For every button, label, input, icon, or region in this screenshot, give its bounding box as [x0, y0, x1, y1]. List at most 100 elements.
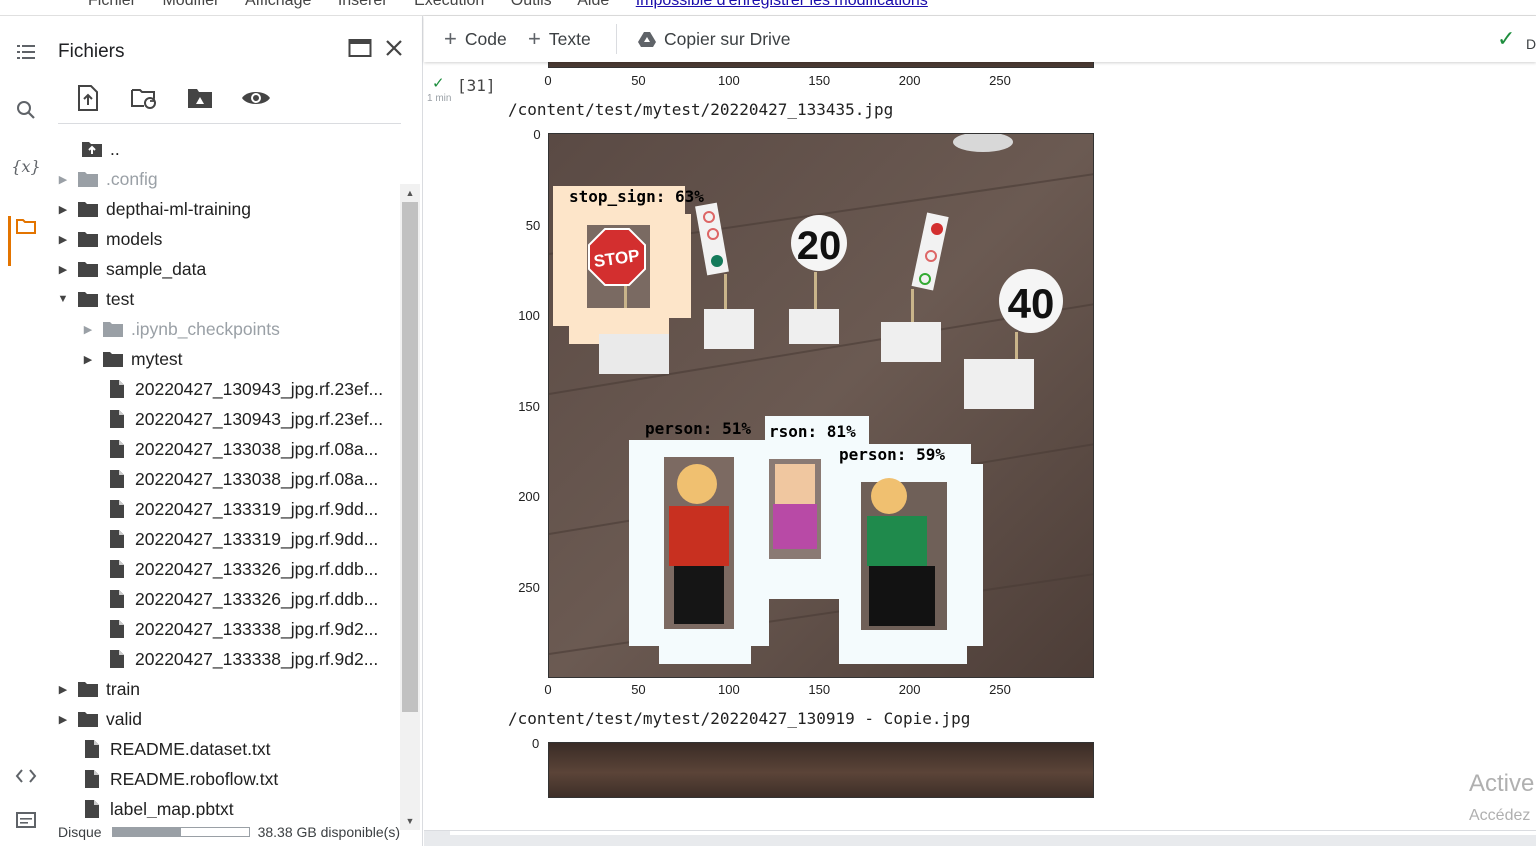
search-icon[interactable]: [8, 92, 44, 128]
folder-item[interactable]: ▶ valid: [54, 704, 142, 734]
disk-usage: Disque 38.38 GB disponible(s): [58, 822, 418, 842]
folder-item[interactable]: ..: [76, 134, 120, 164]
scrollbar-thumb[interactable]: [402, 202, 418, 712]
menu-insert[interactable]: Insérer: [338, 0, 388, 9]
tree-item-label: 20220427_133338_jpg.rf.9d2...: [135, 618, 379, 639]
tree-item-label: .ipynb_checkpoints: [131, 318, 280, 339]
x-tick-label: 250: [989, 682, 1011, 697]
refresh-folder-icon[interactable]: [128, 82, 160, 114]
toolbar-separator: [616, 24, 617, 54]
show-hidden-icon[interactable]: [240, 82, 272, 114]
upload-file-icon[interactable]: [72, 82, 104, 114]
folder-icon: [76, 258, 100, 280]
caret-right-icon[interactable]: ▶: [54, 260, 72, 278]
file-item[interactable]: 20220427_133319_jpg.rf.9dd...: [101, 524, 378, 554]
file-item[interactable]: 20220427_130943_jpg.rf.23ef...: [101, 404, 383, 434]
file-icon: [80, 738, 104, 760]
caret-right-icon[interactable]: ▶: [54, 230, 72, 248]
menubar-items: Fichier Modifier Affichage Insérer Exécu…: [88, 0, 950, 10]
toolbar-divider: [58, 123, 401, 124]
file-icon: [105, 408, 129, 430]
caret-right-icon[interactable]: ▶: [54, 710, 72, 728]
detection-label-person-1: person: 51%: [645, 419, 751, 438]
folder-item[interactable]: ▼ test: [54, 284, 135, 314]
file-item[interactable]: 20220427_133038_jpg.rf.08a...: [101, 434, 378, 464]
add-code-label: Code: [464, 28, 507, 49]
file-item[interactable]: README.roboflow.txt: [76, 764, 278, 794]
add-text-button[interactable]: + Texte: [528, 26, 591, 52]
folder-item[interactable]: ▶ depthai-ml-training: [54, 194, 251, 224]
scroll-up-arrow[interactable]: ▲: [400, 184, 420, 202]
tree-item-label: .config: [106, 168, 158, 189]
file-item[interactable]: 20220427_133326_jpg.rf.ddb...: [101, 584, 378, 614]
x-tick-label: 150: [808, 682, 831, 697]
caret-right-icon[interactable]: ▶: [54, 680, 72, 698]
tree-item-label: mytest: [131, 348, 183, 369]
menu-help[interactable]: Aide: [577, 0, 609, 9]
y-tick-label: 150: [518, 398, 540, 414]
menu-view[interactable]: Affichage: [245, 0, 311, 9]
add-text-label: Texte: [548, 28, 591, 49]
add-code-button[interactable]: + Code: [444, 26, 507, 52]
folder-item[interactable]: ▶ .config: [54, 164, 158, 194]
tree-item-label: 20220427_133038_jpg.rf.08a...: [135, 438, 379, 459]
folder-icon: [76, 228, 100, 250]
mount-drive-icon[interactable]: [184, 82, 216, 114]
menu-file[interactable]: Fichier: [88, 0, 136, 9]
file-item[interactable]: 20220427_130943_jpg.rf.23ef...: [101, 374, 383, 404]
tree-item-label: models: [106, 228, 163, 249]
open-in-tab-icon[interactable]: [346, 34, 374, 62]
tree-item-label: 20220427_133326_jpg.rf.ddb...: [135, 588, 379, 609]
previous-image-bottom: [548, 62, 1094, 68]
menu-runtime[interactable]: Exécution: [414, 0, 484, 9]
code-snippets-icon[interactable]: [8, 758, 44, 794]
files-panel: Fichiers .. ▶ .config ▶ depthai-ml-training ▶…: [50, 16, 423, 846]
folder-item[interactable]: ▶ models: [54, 224, 163, 254]
x-tick-label: 200: [898, 73, 921, 88]
folder-item[interactable]: ▶ train: [54, 674, 140, 704]
toc-icon[interactable]: [8, 34, 44, 70]
caret-down-icon[interactable]: ▼: [54, 290, 72, 308]
file-item[interactable]: 20220427_133326_jpg.rf.ddb...: [101, 554, 378, 584]
menu-tools[interactable]: Outils: [511, 0, 552, 9]
activity-bar: {x}: [0, 16, 50, 846]
disk-available: 38.38 GB disponible(s): [257, 824, 401, 840]
close-icon[interactable]: [380, 34, 408, 62]
file-item[interactable]: README.dataset.txt: [76, 734, 270, 764]
folder-icon: [76, 708, 100, 730]
file-item[interactable]: 20220427_133338_jpg.rf.9d2...: [101, 644, 378, 674]
unsaved-notice-link[interactable]: Impossible d'enregistrer les modificatio…: [636, 0, 928, 9]
run-success-icon[interactable]: ✓: [432, 74, 445, 92]
folder-item[interactable]: ▶ .ipynb_checkpoints: [79, 314, 280, 344]
file-item[interactable]: 20220427_133038_jpg.rf.08a...: [101, 464, 378, 494]
tree-item-label: 20220427_133326_jpg.rf.ddb...: [135, 558, 379, 579]
copy-to-drive-button[interactable]: Copier sur Drive: [638, 26, 790, 52]
file-item[interactable]: 20220427_133319_jpg.rf.9dd...: [101, 494, 378, 524]
caret-right-icon[interactable]: ▶: [79, 320, 97, 338]
caret-right-icon[interactable]: ▶: [54, 170, 72, 188]
file-item[interactable]: label_map.pbtxt: [76, 794, 234, 818]
x-tick-label: 100: [717, 682, 740, 697]
next-image-preview: [548, 742, 1094, 798]
tree-item-label: train: [106, 678, 141, 699]
copy-to-drive-label: Copier sur Drive: [664, 28, 791, 49]
caret-right-icon[interactable]: ▶: [79, 350, 97, 368]
menubar: Fichier Modifier Affichage Insérer Exécu…: [0, 0, 1536, 16]
tree-item-label: 20220427_133038_jpg.rf.08a...: [135, 468, 379, 489]
output-path-2: /content/test/mytest/20220427_130919 - C…: [508, 709, 971, 728]
terminal-icon[interactable]: [8, 802, 44, 838]
file-item[interactable]: 20220427_133338_jpg.rf.9d2...: [101, 614, 378, 644]
file-icon: [105, 558, 129, 580]
windows-activation-line2: Accédez: [1469, 807, 1531, 824]
tree-item-label: README.dataset.txt: [110, 738, 271, 759]
y-tick-label: 200: [518, 489, 540, 505]
variables-icon[interactable]: {x}: [8, 148, 44, 184]
x-tick-label: 250: [989, 73, 1011, 88]
caret-right-icon[interactable]: ▶: [54, 200, 72, 218]
folder-icon: [101, 318, 125, 340]
bottom-status-bar: [424, 830, 1536, 846]
menu-edit[interactable]: Modifier: [162, 0, 219, 9]
folder-item[interactable]: ▶ sample_data: [54, 254, 206, 284]
folder-icon[interactable]: [8, 208, 44, 244]
folder-item[interactable]: ▶ mytest: [79, 344, 183, 374]
